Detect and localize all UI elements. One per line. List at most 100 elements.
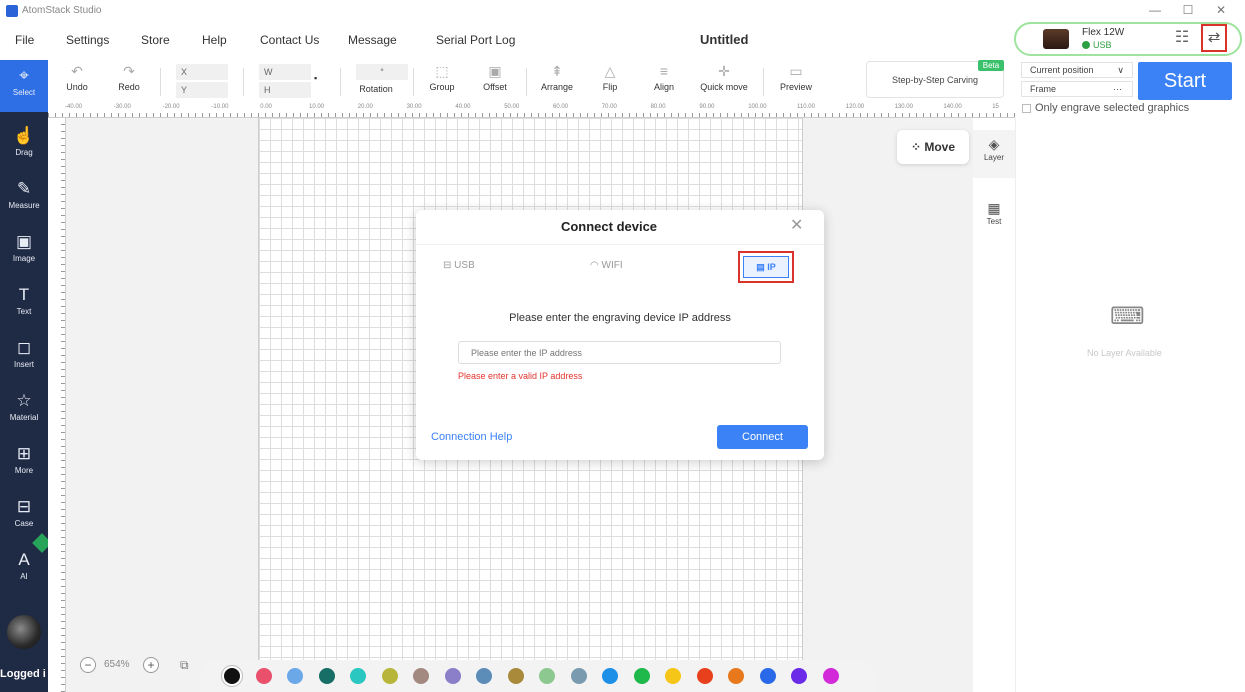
frame-button[interactable]: Frame ··· bbox=[1021, 81, 1133, 97]
tool-drag[interactable]: ☝ Drag bbox=[0, 120, 48, 172]
color-swatch[interactable] bbox=[791, 668, 807, 684]
height-field[interactable]: H bbox=[259, 82, 311, 98]
width-field[interactable]: W bbox=[259, 64, 311, 80]
vertical-ruler bbox=[48, 118, 66, 692]
avatar[interactable] bbox=[7, 615, 41, 649]
tab-ip-inner[interactable]: ▤ IP bbox=[743, 256, 789, 278]
tool-insert[interactable]: ◻ Insert bbox=[0, 332, 48, 384]
menu-serial-port-log[interactable]: Serial Port Log bbox=[436, 33, 515, 47]
empty-box-icon: ⌨ bbox=[1110, 303, 1145, 330]
image-icon: ▣ bbox=[15, 232, 33, 251]
x-field[interactable]: X bbox=[176, 64, 228, 80]
zoom-in-button[interactable]: + bbox=[143, 657, 159, 673]
tool-measure[interactable]: ✎ Measure bbox=[0, 173, 48, 225]
divider bbox=[763, 68, 764, 96]
color-swatch[interactable] bbox=[413, 668, 429, 684]
undo-button[interactable]: ↶ Undo bbox=[62, 62, 92, 92]
maximize-button[interactable]: ☐ bbox=[1173, 2, 1203, 18]
arrange-button[interactable]: ⇞ Arrange bbox=[537, 62, 577, 92]
offset-button[interactable]: ▣ Offset bbox=[478, 62, 512, 92]
color-swatch[interactable] bbox=[381, 668, 398, 684]
login-status[interactable]: Logged i bbox=[0, 668, 46, 680]
color-swatch[interactable] bbox=[759, 668, 776, 684]
ip-address-input[interactable] bbox=[458, 341, 781, 364]
start-button[interactable]: Start bbox=[1138, 62, 1232, 100]
quick-move-button[interactable]: ✛ Quick move bbox=[697, 62, 751, 92]
menu-message[interactable]: Message bbox=[348, 33, 397, 47]
tool-label: Image bbox=[12, 254, 36, 263]
tool-label: Drag bbox=[15, 148, 33, 157]
color-swatch[interactable] bbox=[507, 668, 524, 684]
tool-label: More bbox=[14, 466, 34, 475]
fit-view-icon[interactable]: ⧉ bbox=[180, 658, 189, 673]
horizontal-ruler bbox=[48, 104, 1015, 118]
zoom-out-button[interactable]: − bbox=[80, 657, 96, 673]
offset-icon: ▣ bbox=[488, 63, 502, 79]
tab-usb[interactable]: ⊟ USB bbox=[443, 260, 475, 271]
tool-material[interactable]: ☆ Material bbox=[0, 385, 48, 437]
move-button[interactable]: ⁘ Move bbox=[897, 130, 969, 164]
flip-button[interactable]: △ Flip bbox=[594, 62, 626, 92]
close-window-button[interactable]: ✕ bbox=[1206, 2, 1236, 18]
device-connection: USB bbox=[1093, 40, 1112, 50]
position-mode-select[interactable]: Current position ∨ bbox=[1021, 62, 1133, 78]
zoom-level: 654% bbox=[104, 659, 130, 670]
undo-icon: ↶ bbox=[71, 63, 83, 79]
redo-button[interactable]: ↷ Redo bbox=[114, 62, 144, 92]
device-settings-icon[interactable]: ☷ bbox=[1170, 27, 1194, 49]
menu-contact-us[interactable]: Contact Us bbox=[260, 33, 319, 47]
grid-icon: ⊞ bbox=[16, 444, 32, 463]
frame-label: Frame bbox=[1030, 84, 1057, 94]
app-name: AtomStack Studio bbox=[22, 5, 102, 16]
color-swatch[interactable] bbox=[255, 668, 272, 684]
ruler-label: 70.00 bbox=[601, 104, 617, 110]
color-swatch[interactable] bbox=[350, 668, 366, 684]
color-swatch[interactable] bbox=[602, 668, 618, 684]
color-swatch[interactable] bbox=[570, 668, 587, 684]
tool-label: Measure bbox=[8, 201, 40, 210]
color-swatch[interactable] bbox=[822, 668, 839, 684]
menu-help[interactable]: Help bbox=[202, 33, 227, 47]
tool-more[interactable]: ⊞ More bbox=[0, 438, 48, 490]
group-button[interactable]: ⬚ Group bbox=[425, 62, 459, 92]
tool-text[interactable]: T Text bbox=[0, 279, 48, 331]
tab-layer[interactable]: ◈ Layer bbox=[973, 130, 1015, 178]
minimize-button[interactable]: — bbox=[1140, 2, 1170, 18]
rotation-field[interactable]: ° bbox=[356, 64, 408, 80]
color-swatch[interactable] bbox=[539, 668, 555, 684]
dialog-title: Connect device bbox=[560, 219, 658, 234]
color-swatch[interactable] bbox=[633, 668, 650, 684]
color-swatch[interactable] bbox=[728, 668, 744, 684]
tab-ip[interactable]: ▤ IP bbox=[738, 251, 794, 283]
lock-ratio-icon[interactable]: ▪ bbox=[314, 73, 317, 83]
color-swatch[interactable] bbox=[287, 668, 303, 684]
device-name: Flex 12W bbox=[1082, 27, 1125, 38]
tool-select[interactable]: ⌖ Select bbox=[0, 60, 48, 112]
switch-device-icon[interactable]: ⇄ bbox=[1201, 24, 1227, 52]
flip-icon: △ bbox=[604, 63, 616, 79]
ruler-label: 10.00 bbox=[309, 104, 325, 110]
color-swatch[interactable] bbox=[444, 668, 461, 684]
align-button[interactable]: ≡ Align bbox=[648, 62, 680, 92]
empty-layer-text: No Layer Available bbox=[1087, 348, 1162, 358]
menu-store[interactable]: Store bbox=[141, 33, 170, 47]
only-engrave-checkbox[interactable] bbox=[1022, 104, 1031, 113]
color-swatch[interactable] bbox=[318, 668, 335, 684]
preview-button[interactable]: ▭ Preview bbox=[776, 62, 816, 92]
color-swatch[interactable] bbox=[665, 668, 681, 684]
menu-file[interactable]: File bbox=[15, 33, 34, 47]
move-arrows-icon: ✛ bbox=[718, 63, 730, 79]
color-swatch[interactable] bbox=[696, 668, 713, 684]
connection-help-link[interactable]: Connection Help bbox=[431, 431, 512, 443]
close-icon[interactable]: ✕ bbox=[790, 215, 803, 235]
tab-wifi[interactable]: ◠ WIFI bbox=[590, 260, 623, 271]
y-field[interactable]: Y bbox=[176, 82, 228, 98]
tool-image[interactable]: ▣ Image bbox=[0, 226, 48, 278]
connect-button[interactable]: Connect bbox=[717, 425, 808, 449]
menu-settings[interactable]: Settings bbox=[66, 33, 109, 47]
layer-panel bbox=[1015, 118, 1245, 692]
color-swatch[interactable] bbox=[476, 668, 492, 684]
flip-label: Flip bbox=[602, 82, 618, 92]
color-swatch[interactable] bbox=[224, 668, 240, 684]
tab-test[interactable]: ▦ Test bbox=[973, 200, 1015, 236]
